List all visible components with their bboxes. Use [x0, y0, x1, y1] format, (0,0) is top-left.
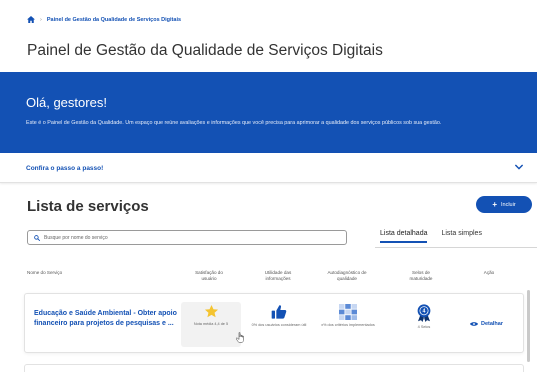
banner-description: Este é o Painel de Gestão da Qualidade. … [26, 120, 442, 126]
tabs-divider [375, 247, 537, 248]
add-service-button[interactable]: + Incluir [476, 196, 532, 213]
table-header: Nome do Serviço Satisfação do usuário Ut… [0, 270, 537, 290]
grid-icon [339, 304, 357, 320]
page-title: Painel de Gestão da Qualidade de Serviço… [27, 42, 383, 59]
add-service-label: Incluir [501, 201, 516, 208]
maturity-level-number: 4 [423, 309, 426, 315]
tab-detailed-list[interactable]: Lista detalhada [380, 230, 428, 243]
list-title: Lista de serviços [27, 198, 149, 215]
star-icon [204, 304, 218, 318]
search-icon [34, 234, 40, 241]
service-name-link[interactable]: Educação e Saúde Ambiental - Obter apoio… [34, 309, 184, 329]
self-diagnosis-metric[interactable]: x% dos critérios implementados [318, 302, 378, 347]
utility-value: 0% dos usuários consideram útil [251, 323, 307, 327]
tab-simple-list[interactable]: Lista simples [441, 230, 481, 243]
column-header-satisfaction: Satisfação do usuário [195, 270, 223, 281]
breadcrumb-separator: › [40, 16, 42, 23]
maturity-value: 4 Selos [417, 325, 431, 329]
maturity-metric[interactable]: 4 4 Selos [394, 302, 454, 347]
medal-icon: 4 [417, 304, 431, 322]
chevron-down-icon[interactable] [515, 164, 523, 170]
banner-greeting: Olá, gestores! [26, 95, 107, 110]
column-header-utility: Utilidade das informações [264, 270, 292, 281]
service-card [24, 364, 524, 372]
utility-metric[interactable]: 0% dos usuários consideram útil [249, 302, 309, 347]
step-by-step-label[interactable]: Confira o passo a passo! [26, 165, 103, 172]
search-box[interactable] [27, 230, 347, 245]
view-tabs: Lista detalhada Lista simples [380, 230, 482, 243]
search-input[interactable] [44, 234, 334, 241]
scrollbar[interactable] [527, 290, 530, 362]
service-card: Educação e Saúde Ambiental - Obter apoio… [24, 293, 524, 353]
thumbs-up-icon [271, 305, 287, 319]
step-by-step-accordion[interactable]: Confira o passo a passo! [0, 153, 537, 183]
satisfaction-value: Nota média 4,4 de 5 [193, 322, 229, 326]
detail-button[interactable]: Detalhar [469, 321, 503, 327]
welcome-banner: Olá, gestores! Este é o Painel de Gestão… [0, 72, 537, 153]
plus-icon: + [492, 199, 497, 209]
column-header-self-diagnosis: Autodiagnóstico de qualidade [327, 270, 367, 281]
breadcrumb: › Painel de Gestão da Qualidade de Servi… [27, 16, 181, 23]
column-header-maturity: Selos de maturidade [409, 270, 433, 281]
column-header-action: Ação [483, 270, 495, 275]
column-header-name: Nome do Serviço [27, 270, 63, 275]
self-diagnosis-value: x% dos critérios implementados [321, 323, 375, 327]
breadcrumb-current[interactable]: Painel de Gestão da Qualidade de Serviço… [47, 17, 181, 23]
hand-cursor-icon [236, 332, 244, 343]
home-icon[interactable] [27, 16, 35, 23]
eye-icon [469, 322, 478, 326]
detail-label: Detalhar [480, 321, 503, 327]
satisfaction-metric[interactable]: Nota média 4,4 de 5 [181, 302, 241, 347]
